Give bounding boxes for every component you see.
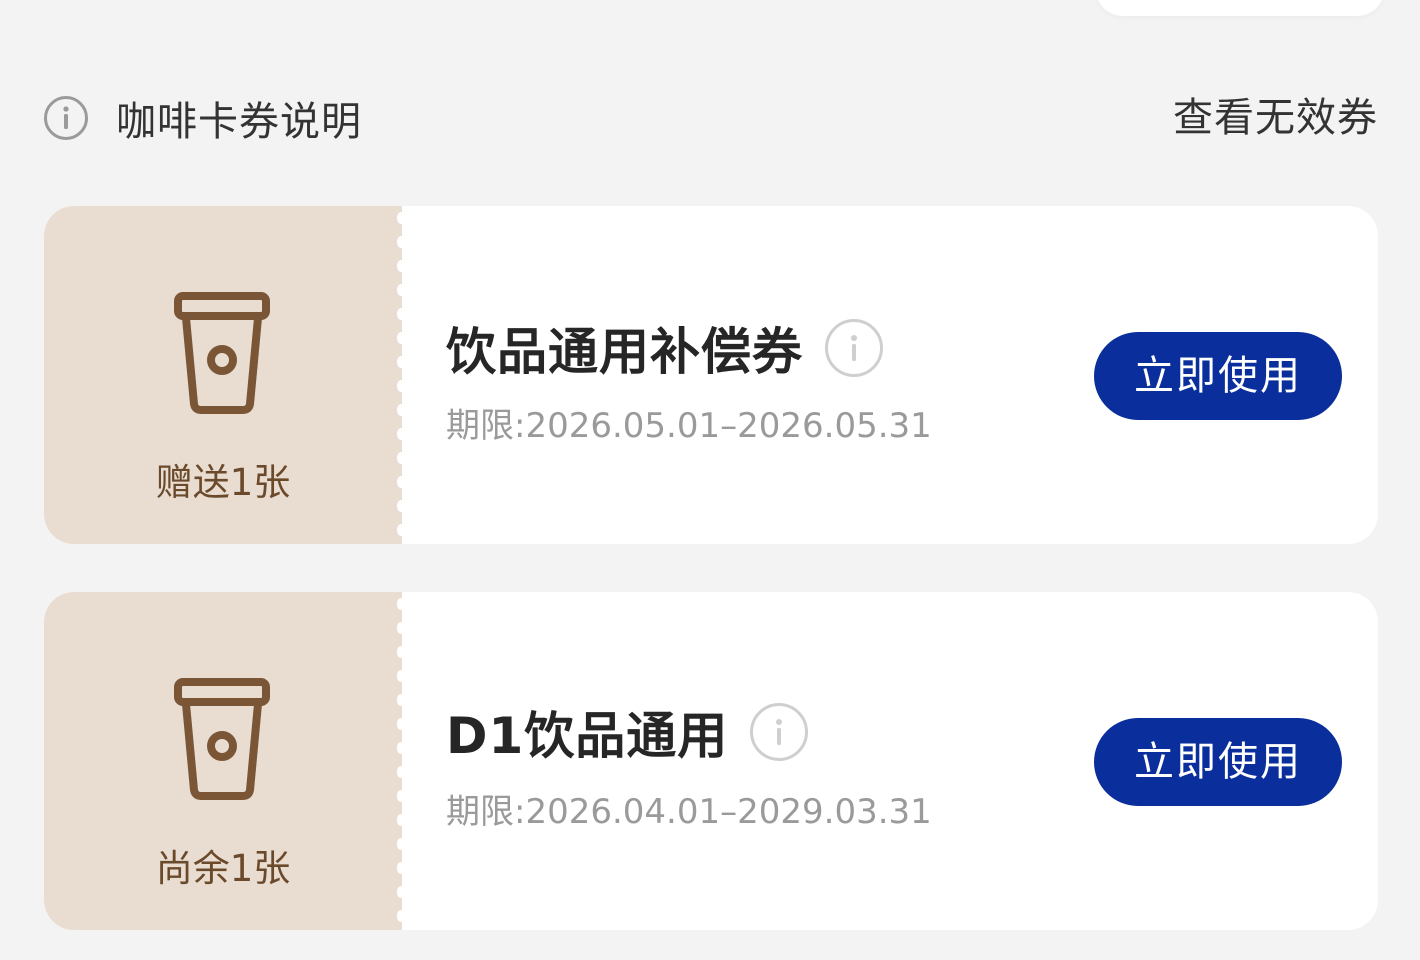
coupon-validity: 期限:2026.04.01–2029.03.31 [446, 792, 932, 832]
use-now-button[interactable]: 立即使用 [1094, 332, 1342, 420]
coupon-title: 饮品通用补偿券 [446, 323, 803, 381]
use-now-button[interactable]: 立即使用 [1094, 718, 1342, 806]
coupon-stub: 赠送1张 [44, 206, 402, 544]
perforation-edge [397, 592, 409, 930]
info-icon[interactable] [825, 319, 883, 377]
coupon-title-row: 饮品通用补偿券 [446, 312, 883, 384]
coupon-info-label: 咖啡卡券说明 [116, 99, 362, 145]
coupon-title-row: D1饮品通用 [446, 696, 809, 768]
coupon-count-label: 尚余1张 [155, 847, 291, 890]
info-icon [44, 96, 88, 140]
coffee-cup-icon [174, 292, 270, 414]
coupon-count-label: 赠送1张 [155, 461, 291, 504]
coupon-info-link[interactable]: 咖啡卡券说明 [44, 88, 362, 148]
coupon-info-bar: 咖啡卡券说明 查看无效券 [44, 88, 1378, 148]
coupon-title: D1饮品通用 [446, 707, 729, 765]
coffee-cup-icon [174, 678, 270, 800]
coupon-stub: 尚余1张 [44, 592, 402, 930]
coupon-card[interactable]: 赠送1张 饮品通用补偿券 期限:2026.05.01–2026.05.31 立即… [44, 206, 1378, 544]
coupon-validity: 期限:2026.05.01–2026.05.31 [446, 406, 932, 446]
view-invalid-coupons-link[interactable]: 查看无效券 [1173, 88, 1378, 148]
top-pill-control[interactable] [1095, 0, 1385, 16]
info-icon[interactable] [750, 703, 809, 761]
coupon-card[interactable]: 尚余1张 D1饮品通用 期限:2026.04.01–2029.03.31 立即使… [44, 592, 1378, 930]
perforation-edge [397, 206, 409, 544]
